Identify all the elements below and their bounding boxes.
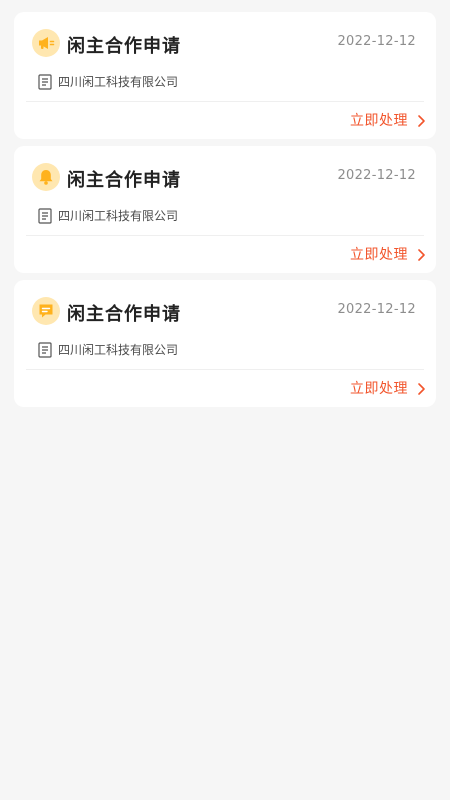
card-title: 闲主合作申请 xyxy=(67,170,181,191)
company-name: 四川闲工科技有限公司 xyxy=(58,75,179,89)
notification-card: 闲主合作申请 2022-12-12 四川闲工科技有限公司 立即处理 xyxy=(14,280,436,407)
process-now-button[interactable]: 立即处理 xyxy=(350,378,425,400)
process-now-button[interactable]: 立即处理 xyxy=(350,110,425,132)
process-now-label: 立即处理 xyxy=(350,113,408,129)
card-date: 2022-12-12 xyxy=(337,34,416,49)
document-icon xyxy=(38,208,52,224)
bell-icon xyxy=(32,163,60,191)
company-name: 四川闲工科技有限公司 xyxy=(58,343,179,357)
process-now-label: 立即处理 xyxy=(350,381,408,397)
card-title: 闲主合作申请 xyxy=(67,36,181,57)
notification-card: 闲主合作申请 2022-12-12 四川闲工科技有限公司 立即处理 xyxy=(14,146,436,273)
card-date: 2022-12-12 xyxy=(337,168,416,183)
card-date: 2022-12-12 xyxy=(337,302,416,317)
document-icon xyxy=(38,342,52,358)
process-now-button[interactable]: 立即处理 xyxy=(350,244,425,266)
divider xyxy=(26,369,424,370)
notification-card: 闲主合作申请 2022-12-12 四川闲工科技有限公司 立即处理 xyxy=(14,12,436,139)
divider xyxy=(26,101,424,102)
card-title: 闲主合作申请 xyxy=(67,304,181,325)
card-header: 闲主合作申请 2022-12-12 xyxy=(32,29,418,59)
document-icon xyxy=(38,74,52,90)
megaphone-icon xyxy=(32,29,60,57)
chevron-right-icon xyxy=(418,115,425,127)
notification-list-page: 闲主合作申请 2022-12-12 四川闲工科技有限公司 立即处理 闲主合作申请… xyxy=(0,0,450,800)
message-icon xyxy=(32,297,60,325)
chevron-right-icon xyxy=(418,383,425,395)
company-name: 四川闲工科技有限公司 xyxy=(58,209,179,223)
chevron-right-icon xyxy=(418,249,425,261)
divider xyxy=(26,235,424,236)
process-now-label: 立即处理 xyxy=(350,247,408,263)
card-header: 闲主合作申请 2022-12-12 xyxy=(32,163,418,193)
card-header: 闲主合作申请 2022-12-12 xyxy=(32,297,418,327)
